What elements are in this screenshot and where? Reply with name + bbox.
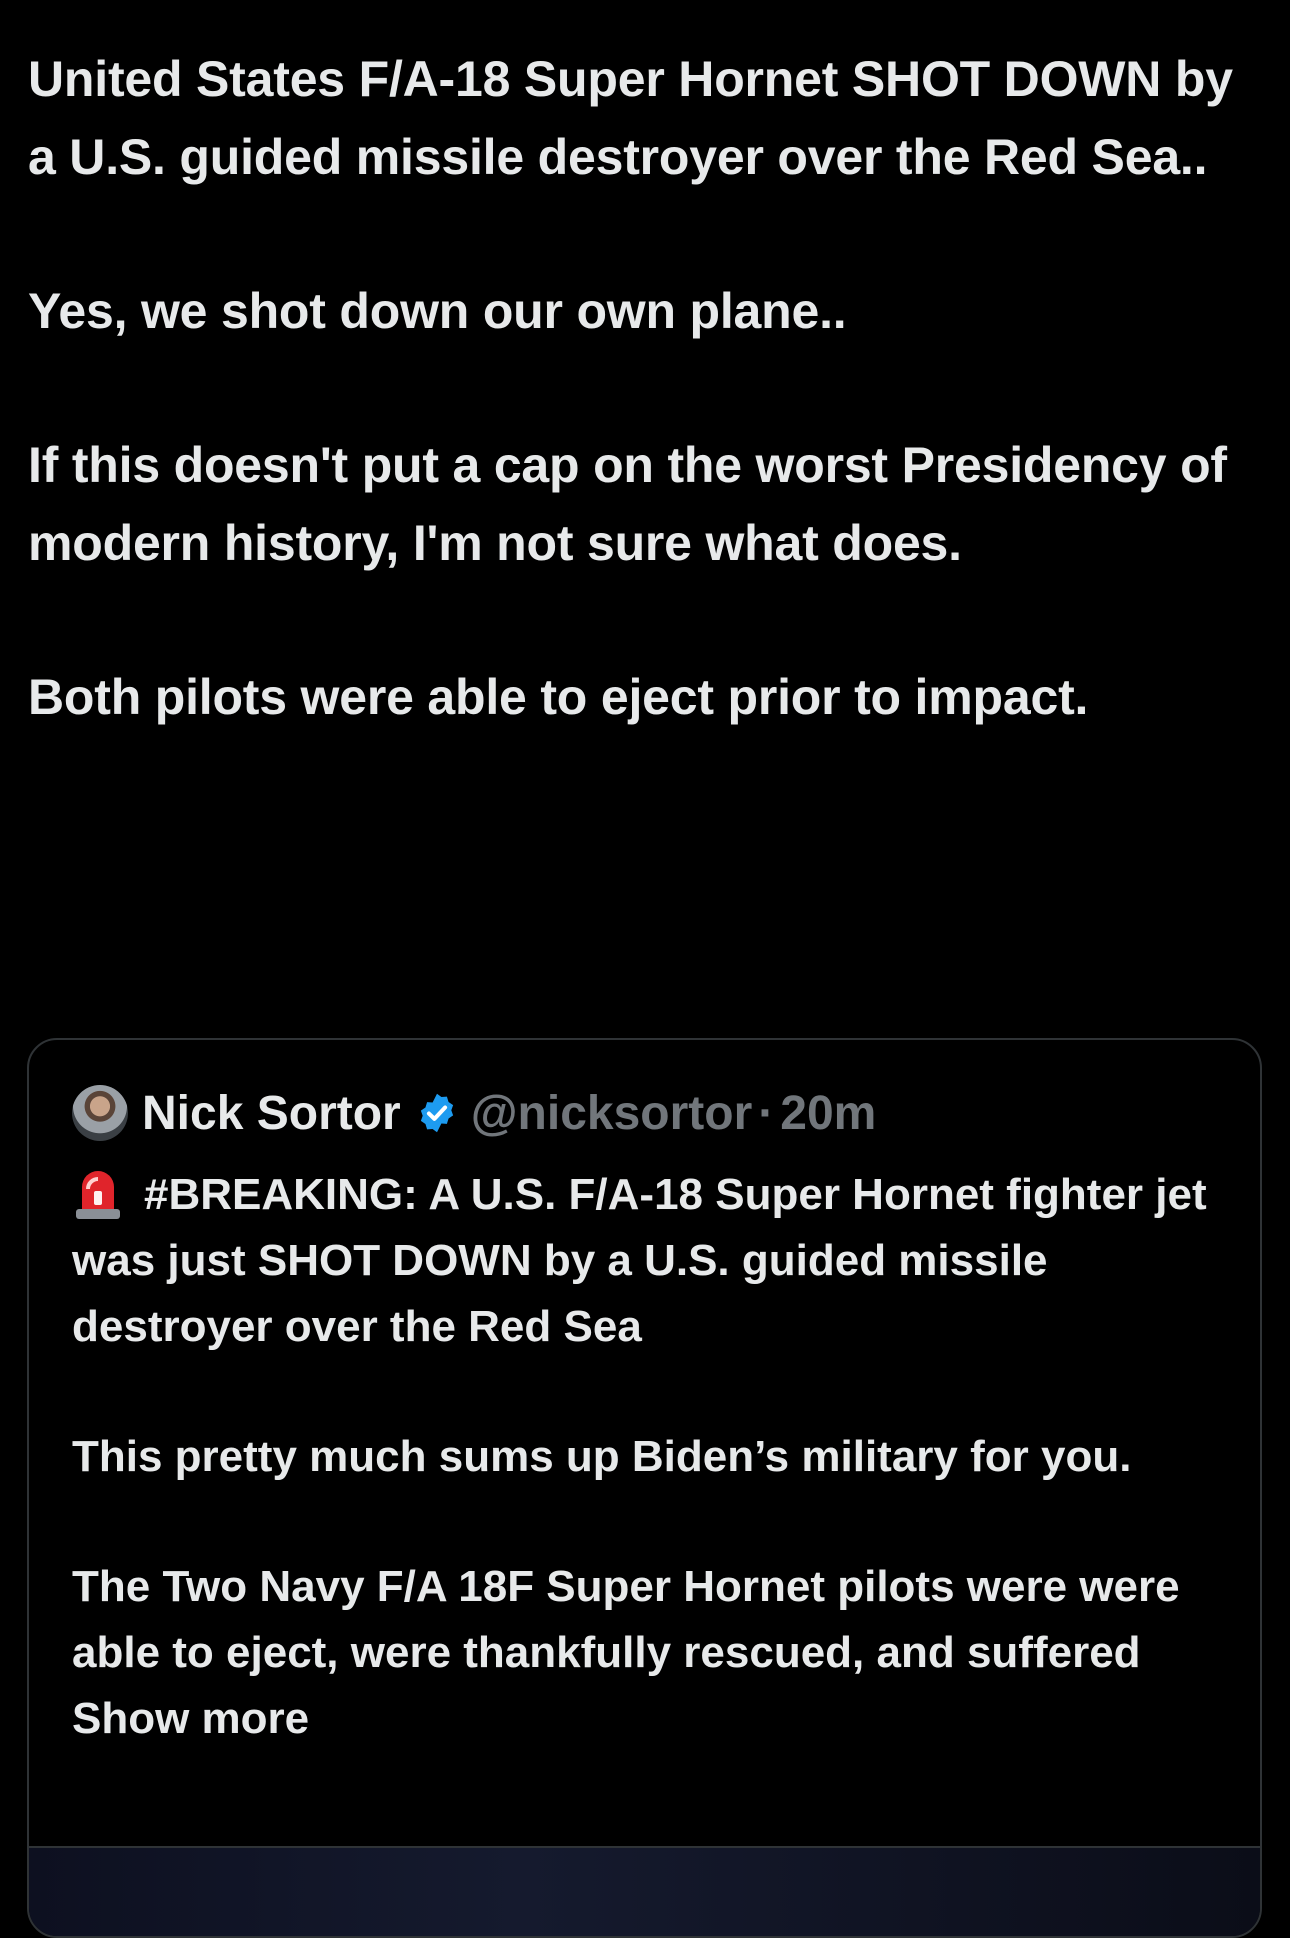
post-text: United States F/A-18 Super Hornet SHOT D… — [28, 40, 1248, 736]
quoted-paragraph-text: The Two Navy F/A 18F Super Hornet pilots… — [72, 1562, 1180, 1677]
quoted-paragraph: #BREAKING: A U.S. F/A-18 Super Hornet fi… — [72, 1162, 1222, 1360]
police-siren-icon — [76, 1171, 120, 1219]
author-name[interactable]: Nick Sortor — [142, 1086, 401, 1141]
quoted-media-preview[interactable] — [29, 1846, 1260, 1936]
author-handle[interactable]: @nicksortor — [471, 1086, 753, 1141]
post-paragraph: Both pilots were able to eject prior to … — [28, 669, 1089, 725]
post-paragraph: If this doesn't put a cap on the worst P… — [28, 437, 1227, 571]
avatar[interactable] — [72, 1085, 128, 1141]
show-more-link[interactable]: Show more — [72, 1694, 309, 1743]
quoted-paragraph: The Two Navy F/A 18F Super Hornet pilots… — [72, 1554, 1222, 1752]
post-timestamp[interactable]: 20m — [780, 1086, 876, 1141]
quoted-post-header: Nick Sortor @nicksortor · 20m — [72, 1084, 876, 1142]
post-paragraph: Yes, we shot down our own plane.. — [28, 283, 847, 339]
post-paragraph: United States F/A-18 Super Hornet SHOT D… — [28, 51, 1233, 185]
separator-dot: · — [758, 1086, 775, 1140]
quoted-paragraph-text: #BREAKING: A U.S. F/A-18 Super Hornet fi… — [72, 1170, 1207, 1351]
quoted-post-card[interactable]: Nick Sortor @nicksortor · 20m #BREAKING:… — [27, 1038, 1262, 1938]
verified-badge-icon — [420, 1093, 453, 1133]
quoted-paragraph: This pretty much sums up Biden’s militar… — [72, 1432, 1132, 1481]
quoted-post-body: #BREAKING: A U.S. F/A-18 Super Hornet fi… — [72, 1162, 1222, 1752]
